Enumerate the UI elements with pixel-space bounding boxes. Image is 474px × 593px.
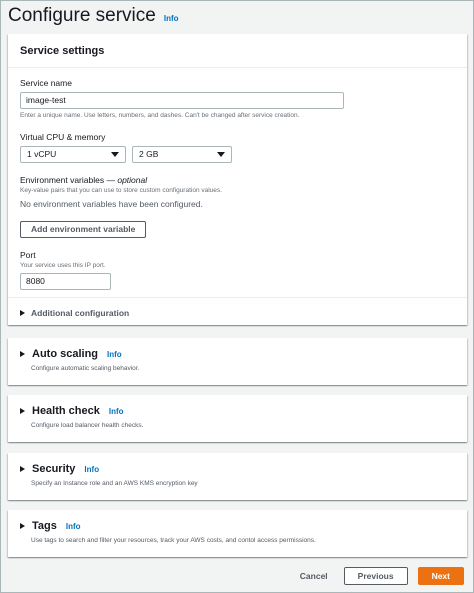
chevron-down-icon	[217, 152, 225, 157]
caret-right-icon	[20, 310, 25, 316]
port-field: Port	[20, 250, 36, 260]
cpu-memory-field: Virtual CPU & memory	[20, 132, 105, 142]
previous-button[interactable]: Previous	[343, 567, 408, 585]
page-info-link[interactable]: Info	[164, 14, 179, 23]
chevron-down-icon	[111, 152, 119, 157]
caret-right-icon	[20, 523, 25, 529]
page-header: Configure service Info	[8, 5, 179, 27]
service-name-input[interactable]: image-test	[20, 92, 344, 109]
port-input[interactable]: 8080	[20, 273, 111, 290]
health-check-toggle[interactable]: Health check Info	[20, 405, 124, 417]
cpu-select-value: 1 vCPU	[27, 149, 57, 159]
tags-description: Use tags to search and filter your resou…	[31, 537, 316, 544]
env-vars-help: Key-value pairs that you can use to stor…	[20, 187, 222, 194]
health-check-info-link[interactable]: Info	[109, 407, 124, 416]
health-check-description: Configure load balancer health checks.	[31, 422, 144, 429]
port-description: Your service uses this IP port.	[20, 262, 106, 269]
env-vars-empty: No environment variables have been confi…	[20, 199, 203, 209]
next-button[interactable]: Next	[417, 567, 464, 585]
cpu-select[interactable]: 1 vCPU	[20, 146, 126, 163]
auto-scaling-panel: Auto scaling Info Configure automatic sc…	[8, 338, 467, 385]
tags-panel: Tags Info Use tags to search and filter …	[8, 510, 467, 557]
memory-select-value: 2 GB	[139, 149, 159, 159]
page-title: Configure service	[8, 5, 156, 26]
cancel-button[interactable]: Cancel	[294, 571, 334, 581]
security-info-link[interactable]: Info	[84, 465, 99, 474]
security-description: Specify an Instance role and an AWS KMS …	[31, 480, 198, 487]
service-name-description: Enter a unique name. Use letters, number…	[20, 112, 300, 119]
port-help: Your service uses this IP port.	[20, 262, 106, 269]
tags-title: Tags	[32, 520, 57, 532]
auto-scaling-info-link[interactable]: Info	[107, 350, 122, 359]
caret-right-icon	[20, 351, 25, 357]
env-vars-optional: optional	[117, 175, 148, 185]
caret-right-icon	[20, 408, 25, 414]
add-env-var-button[interactable]: Add environment variable	[20, 221, 147, 238]
env-vars-field: Environment variables — optional	[20, 175, 147, 185]
service-settings-header: Service settings	[8, 34, 467, 68]
tags-info-link[interactable]: Info	[66, 522, 81, 531]
wizard-footer: Cancel Previous Next	[294, 567, 464, 585]
service-name-field: Service name	[20, 78, 72, 88]
auto-scaling-description: Configure automatic scaling behavior.	[31, 365, 140, 372]
security-title: Security	[32, 463, 76, 475]
divider	[8, 297, 467, 298]
port-label: Port	[20, 250, 36, 260]
service-name-help: Enter a unique name. Use letters, number…	[20, 112, 299, 119]
tags-toggle[interactable]: Tags Info	[20, 520, 81, 532]
env-vars-label-text: Environment variables	[20, 175, 105, 185]
env-vars-label: Environment variables — optional	[20, 175, 148, 185]
health-check-panel: Health check Info Configure load balance…	[8, 395, 467, 442]
security-toggle[interactable]: Security Info	[20, 463, 99, 475]
caret-right-icon	[20, 466, 25, 472]
health-check-title: Health check	[32, 405, 100, 417]
service-settings-panel: Service settings Service name image-test…	[8, 34, 467, 325]
additional-config-expander[interactable]: Additional configuration	[20, 308, 129, 318]
service-name-label: Service name	[20, 78, 72, 88]
additional-config-label: Additional configuration	[31, 308, 130, 318]
security-panel: Security Info Specify an Instance role a…	[8, 453, 467, 500]
memory-select[interactable]: 2 GB	[132, 146, 232, 163]
env-vars-description: Key-value pairs that you can use to stor…	[20, 187, 222, 194]
auto-scaling-title: Auto scaling	[32, 348, 99, 360]
auto-scaling-toggle[interactable]: Auto scaling Info	[20, 348, 122, 360]
cpu-memory-label: Virtual CPU & memory	[20, 132, 106, 142]
